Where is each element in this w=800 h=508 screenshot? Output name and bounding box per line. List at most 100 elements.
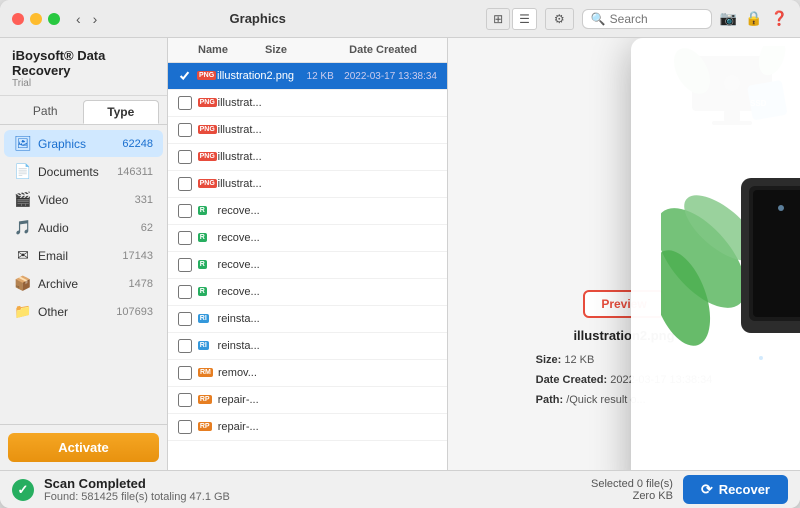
tab-bar: Path Type (0, 96, 167, 125)
file-type-icon: R (198, 257, 214, 273)
sidebar-item-other[interactable]: 📁 Other 107693 (4, 298, 163, 325)
sidebar-item-video[interactable]: 🎬 Video 331 (4, 186, 163, 213)
sidebar-item-label: Archive (38, 277, 129, 291)
file-name: illustration2.png (217, 70, 294, 82)
size-value: 12 KB (564, 354, 594, 366)
sidebar-item-graphics[interactable]: 🖼 Graphics 62248 (4, 130, 163, 157)
file-name: recove... (218, 232, 260, 244)
status-bar: ✓ Scan Completed Found: 581425 file(s) t… (0, 470, 800, 508)
sidebar-item-archive[interactable]: 📦 Archive 1478 (4, 270, 163, 297)
audio-icon: 🎵 (14, 219, 32, 236)
video-icon: 🎬 (14, 191, 32, 208)
search-icon: 🔍 (591, 12, 606, 26)
table-row[interactable]: PNG illustration2.png 12 KB 2022-03-17 1… (168, 63, 447, 90)
table-row[interactable]: R recove... (168, 225, 447, 252)
file-name: recove... (218, 286, 260, 298)
main-window: ‹ › Graphics ⊞ ☰ ⚙ 🔍 📷 🔒 ❓ iBoys (0, 0, 800, 508)
file-type-icon: RP (198, 392, 214, 408)
file-checkbox[interactable] (178, 312, 192, 326)
table-row[interactable]: R recove... (168, 252, 447, 279)
grid-view-button[interactable]: ⊞ (486, 8, 510, 30)
sidebar-item-label: Email (38, 249, 122, 263)
file-name: reinsta... (218, 313, 260, 325)
toolbar-icons: 📷 🔒 ❓ (720, 10, 788, 27)
recover-icon: ⟳ (701, 481, 713, 498)
file-type-icon: PNG (198, 176, 214, 192)
tab-type[interactable]: Type (83, 100, 160, 124)
search-input[interactable] (610, 12, 703, 26)
content-area: iBoysoft® Data Recovery Trial Path Type … (0, 38, 800, 470)
file-name: repair-... (218, 394, 259, 406)
file-type-icon: R (198, 284, 214, 300)
sidebar-item-count: 62248 (122, 138, 153, 150)
sidebar-item-count: 62 (141, 222, 153, 234)
sidebar-item-email[interactable]: ✉ Email 17143 (4, 242, 163, 269)
file-checkbox[interactable] (178, 258, 192, 272)
sidebar-item-audio[interactable]: 🎵 Audio 62 (4, 214, 163, 241)
selection-info: Selected 0 file(s) Zero KB (591, 478, 673, 502)
camera-icon[interactable]: 📷 (720, 10, 737, 27)
file-checkbox[interactable] (178, 393, 192, 407)
tab-path[interactable]: Path (8, 100, 83, 124)
file-name: illustrat... (218, 178, 262, 190)
sidebar-items: 🖼 Graphics 62248 📄 Documents 146311 🎬 Vi… (0, 125, 167, 424)
close-button[interactable] (12, 13, 24, 25)
table-row[interactable]: R recove... (168, 279, 447, 306)
file-checkbox[interactable] (178, 69, 191, 83)
file-type-icon: PNG (197, 68, 213, 84)
table-row[interactable]: PNG illustrat... (168, 90, 447, 117)
file-name: illustrat... (218, 97, 262, 109)
file-list-panel: Name Size Date Created PNG illustration2… (168, 38, 448, 470)
graphics-icon: 🖼 (14, 135, 32, 152)
col-size-header: Size (237, 44, 287, 56)
file-checkbox[interactable] (178, 177, 192, 191)
file-type-icon: PNG (198, 95, 214, 111)
file-checkbox[interactable] (178, 420, 192, 434)
scan-complete-label: Scan Completed (44, 476, 230, 491)
title-bar: ‹ › Graphics ⊞ ☰ ⚙ 🔍 📷 🔒 ❓ (0, 0, 800, 38)
sidebar-item-count: 107693 (116, 306, 153, 318)
lock-icon[interactable]: 🔒 (745, 10, 762, 27)
table-row[interactable]: RI reinsta... (168, 306, 447, 333)
file-name: reinsta... (218, 340, 260, 352)
activate-button[interactable]: Activate (8, 433, 159, 462)
table-row[interactable]: PNG illustrat... (168, 171, 447, 198)
path-label: Path: (536, 394, 564, 406)
sidebar-item-label: Video (38, 193, 135, 207)
sidebar-item-label: Documents (38, 165, 117, 179)
file-size: 12 KB (294, 71, 334, 82)
sidebar-item-label: Other (38, 305, 116, 319)
preview-panel: SSD (448, 38, 800, 470)
app-subtitle: Trial (12, 78, 155, 89)
file-checkbox[interactable] (178, 339, 192, 353)
file-checkbox[interactable] (178, 96, 192, 110)
file-checkbox[interactable] (178, 285, 192, 299)
file-checkbox[interactable] (178, 231, 192, 245)
table-row[interactable]: RP repair-... (168, 387, 447, 414)
sidebar-item-label: Graphics (38, 137, 122, 151)
sidebar: iBoysoft® Data Recovery Trial Path Type … (0, 38, 168, 470)
col-date-header: Date Created (287, 44, 417, 56)
search-bar: 🔍 (582, 9, 712, 29)
file-checkbox[interactable] (178, 204, 192, 218)
sidebar-item-documents[interactable]: 📄 Documents 146311 (4, 158, 163, 185)
table-row[interactable]: RM remov... (168, 360, 447, 387)
other-icon: 📁 (14, 303, 32, 320)
table-row[interactable]: R recove... (168, 198, 447, 225)
col-name-header: Name (198, 44, 237, 56)
recover-button[interactable]: ⟳ Recover (683, 475, 788, 504)
filter-button[interactable]: ⚙ (545, 8, 574, 30)
sidebar-item-count: 331 (135, 194, 153, 206)
table-row[interactable]: RP repair-... (168, 414, 447, 441)
table-row[interactable]: RI reinsta... (168, 333, 447, 360)
help-icon[interactable]: ❓ (771, 10, 788, 27)
file-checkbox[interactable] (178, 366, 192, 380)
file-checkbox[interactable] (178, 123, 192, 137)
table-row[interactable]: PNG illustrat... (168, 144, 447, 171)
table-row[interactable]: PNG illustrat... (168, 117, 447, 144)
list-view-button[interactable]: ☰ (512, 8, 537, 30)
file-type-icon: R (198, 203, 214, 219)
view-toggle: ⊞ ☰ (486, 8, 537, 30)
file-checkbox[interactable] (178, 150, 192, 164)
scan-complete-text-block: Scan Completed Found: 581425 file(s) tot… (44, 476, 230, 503)
